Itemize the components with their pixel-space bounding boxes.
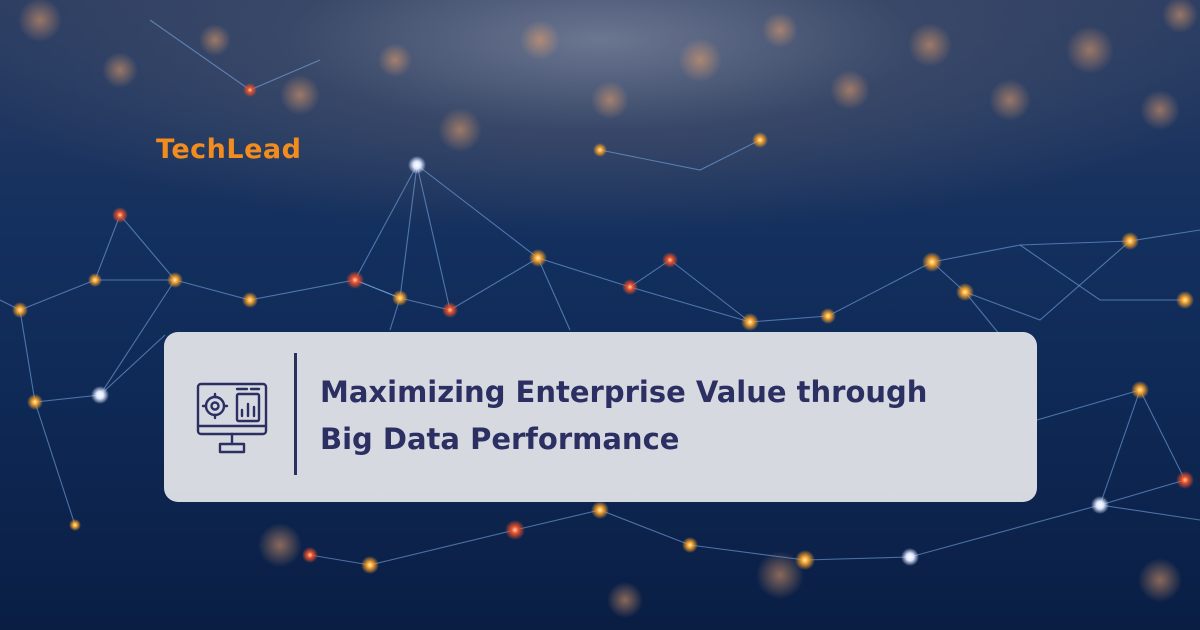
bokeh-lights [18, 0, 1198, 618]
techlead-logo: TechLead [156, 134, 302, 165]
monitor-analytics-icon [196, 382, 268, 454]
page-title: Maximizing Enterprise Value through Big … [320, 369, 1020, 463]
title-line-1: Maximizing Enterprise Value through [320, 375, 928, 409]
hero-banner: TechLead Maximizing Enterprise Value thr… [0, 0, 1200, 630]
title-line-2: Big Data Performance [320, 422, 680, 456]
network-background [0, 0, 1200, 618]
card-divider [294, 353, 297, 475]
